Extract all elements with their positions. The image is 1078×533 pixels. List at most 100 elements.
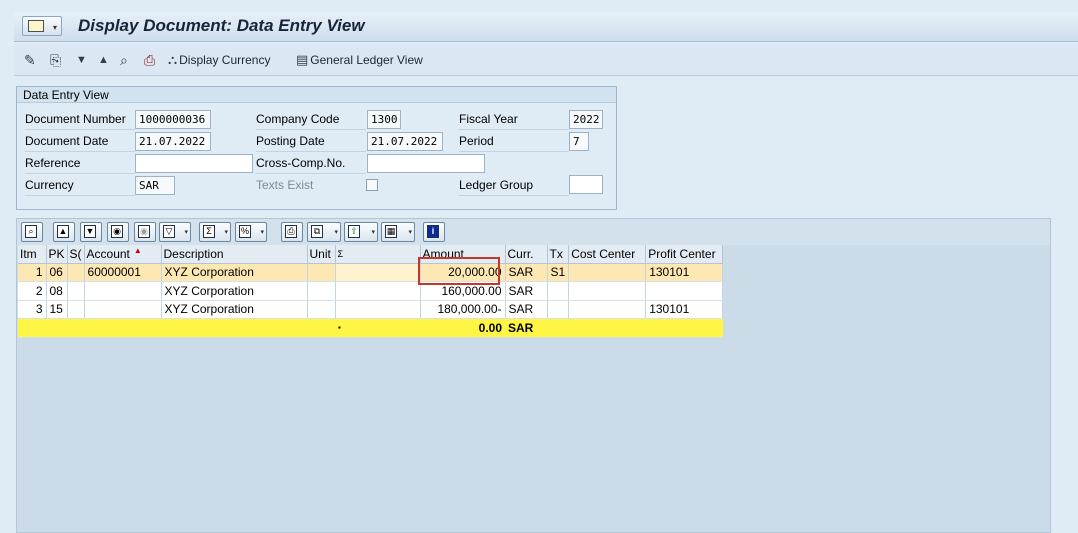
- sort-ascending-button[interactable]: ▲: [53, 222, 75, 242]
- subtotal-icon: %: [239, 225, 251, 238]
- fiscal-year-field[interactable]: 2022: [569, 110, 603, 129]
- title-bar: ▾ Display Document: Data Entry View: [14, 12, 1078, 42]
- table-header-row: Itm PK S( Account ▲ Description Unit Σ Am…: [18, 245, 724, 264]
- details-button[interactable]: ⌕: [21, 222, 43, 242]
- document-date-field[interactable]: 21.07.2022: [135, 132, 211, 151]
- col-cost-center[interactable]: Cost Center: [568, 245, 647, 264]
- table-row[interactable]: 2 08 XYZ Corporation 160,000.00 SAR: [18, 281, 724, 301]
- col-sum[interactable]: Σ: [335, 245, 421, 264]
- edit-pencil-icon[interactable]: ✎: [24, 50, 36, 70]
- views-icon: ⧉: [311, 225, 323, 238]
- information-button[interactable]: i: [423, 222, 445, 242]
- document-number-field[interactable]: 1000000036: [135, 110, 211, 129]
- filter-button[interactable]: ▽ ▾: [159, 222, 191, 242]
- posting-date-field[interactable]: 21.07.2022: [367, 132, 443, 151]
- chevron-down-icon: ▾: [52, 23, 57, 32]
- cell-pk: 08: [46, 281, 68, 301]
- total-amount: 0.00: [420, 318, 506, 338]
- views-button[interactable]: ⧉ ▾: [307, 222, 341, 242]
- col-itm[interactable]: Itm: [18, 245, 47, 264]
- sort-descending-button[interactable]: ▼: [80, 222, 102, 242]
- cell-curr: SAR: [505, 263, 548, 282]
- currency-field[interactable]: SAR: [135, 176, 175, 195]
- chevron-down-icon: ▾: [408, 229, 412, 236]
- cell-description: XYZ Corporation: [161, 300, 308, 319]
- cell-account[interactable]: 60000001: [84, 263, 162, 282]
- find-button[interactable]: ◉: [107, 222, 129, 242]
- col-tx[interactable]: Tx: [547, 245, 570, 264]
- general-ledger-view-button[interactable]: ▤ General Ledger View: [296, 50, 423, 70]
- printer-icon: ⎙: [285, 225, 297, 238]
- total-curr: SAR: [505, 318, 548, 338]
- cell-s: [67, 300, 85, 319]
- company-code-field[interactable]: 1300: [367, 110, 401, 129]
- cell-account[interactable]: [84, 300, 162, 319]
- layout-button[interactable]: ▦ ▾: [381, 222, 415, 242]
- export-icon: ⇪: [348, 225, 360, 238]
- cell-profit-center: [645, 281, 724, 301]
- cell-sum: [335, 300, 421, 319]
- cell-curr: SAR: [505, 300, 548, 319]
- document-number-label: Document Number: [25, 109, 135, 130]
- cell-sum: [335, 263, 421, 282]
- company-code-label: Company Code: [256, 109, 366, 130]
- col-description[interactable]: Description: [161, 245, 308, 264]
- total-button[interactable]: Σ ▾: [199, 222, 231, 242]
- table-row[interactable]: 1 06 60000001 XYZ Corporation 20,000.00 …: [18, 263, 724, 282]
- other-document-icon[interactable]: ⎘: [50, 50, 61, 70]
- cell-sum: [335, 281, 421, 301]
- cell-unit: [307, 300, 336, 319]
- total-spacer: [18, 318, 336, 338]
- col-curr[interactable]: Curr.: [505, 245, 548, 264]
- menu-button[interactable]: ▾: [22, 16, 62, 36]
- grid-toolbar: ⌕ ▲ ▼ ◉ ◉ ▽ ▾ Σ ▾ % ▾ ⎙ ⧉ ▾ ⇪ ▾ ▦ ▾ i: [17, 219, 1050, 245]
- reference-field[interactable]: [135, 154, 253, 173]
- currency-label: Currency: [25, 175, 135, 196]
- period-field[interactable]: 7: [569, 132, 589, 151]
- export-button[interactable]: ⇪ ▾: [344, 222, 378, 242]
- total-row: ▪ 0.00 SAR: [18, 318, 723, 338]
- sum-icon: Σ: [203, 225, 215, 238]
- texts-exist-label: Texts Exist: [256, 178, 314, 192]
- previous-arrow-up-icon[interactable]: ▲: [98, 50, 109, 70]
- application-toolbar: ✎ ⎘ ▼ ▲ ⌕ ⎙ ⛬ Display Currency ▤ General…: [14, 44, 1078, 76]
- display-search-icon[interactable]: ⌕: [120, 50, 128, 70]
- cell-profit-center: 130101: [645, 300, 724, 319]
- col-profit-center[interactable]: Profit Center: [645, 245, 724, 264]
- next-arrow-down-icon[interactable]: ▼: [76, 50, 87, 70]
- cross-comp-field[interactable]: [367, 154, 485, 173]
- window-menu-icon: [28, 20, 44, 32]
- print-preview-button[interactable]: ⎙: [281, 222, 303, 242]
- texts-exist-checkbox[interactable]: [366, 179, 378, 191]
- col-s[interactable]: S(: [67, 245, 85, 264]
- cell-description: XYZ Corporation: [161, 281, 308, 301]
- cell-itm: 1: [18, 263, 47, 282]
- highlight-box: [418, 257, 500, 285]
- cell-description: XYZ Corporation: [161, 263, 308, 282]
- col-pk[interactable]: PK: [46, 245, 68, 264]
- table-row[interactable]: 3 15 XYZ Corporation 180,000.00- SAR 130…: [18, 300, 724, 319]
- ledger-group-field[interactable]: [569, 175, 603, 194]
- data-entry-view-group: Data Entry View Document Number 10000000…: [16, 86, 617, 210]
- cell-cost-center: [568, 263, 647, 282]
- find-next-icon: ◉: [138, 225, 150, 238]
- cell-curr: SAR: [505, 281, 548, 301]
- chevron-down-icon: ▾: [184, 229, 188, 236]
- cell-s: [67, 281, 85, 301]
- col-account[interactable]: Account ▲: [84, 245, 162, 264]
- line-items-table: Itm PK S( Account ▲ Description Unit Σ Am…: [18, 245, 724, 338]
- display-currency-label: Display Currency: [179, 53, 271, 67]
- cell-itm: 2: [18, 281, 47, 301]
- chevron-down-icon: ▾: [371, 229, 375, 236]
- cell-pk: 15: [46, 300, 68, 319]
- sort-indicator-icon: ▲: [133, 245, 142, 255]
- subtotal-button[interactable]: % ▾: [235, 222, 267, 242]
- col-account-label: Account: [86, 246, 130, 261]
- col-unit[interactable]: Unit: [307, 245, 336, 264]
- cell-account[interactable]: [84, 281, 162, 301]
- cell-itm: 3: [18, 300, 47, 319]
- cell-pk: 06: [46, 263, 68, 282]
- display-currency-button[interactable]: ⛬ Display Currency: [168, 50, 270, 70]
- print-icon[interactable]: ⎙: [144, 50, 155, 70]
- find-next-button[interactable]: ◉: [134, 222, 156, 242]
